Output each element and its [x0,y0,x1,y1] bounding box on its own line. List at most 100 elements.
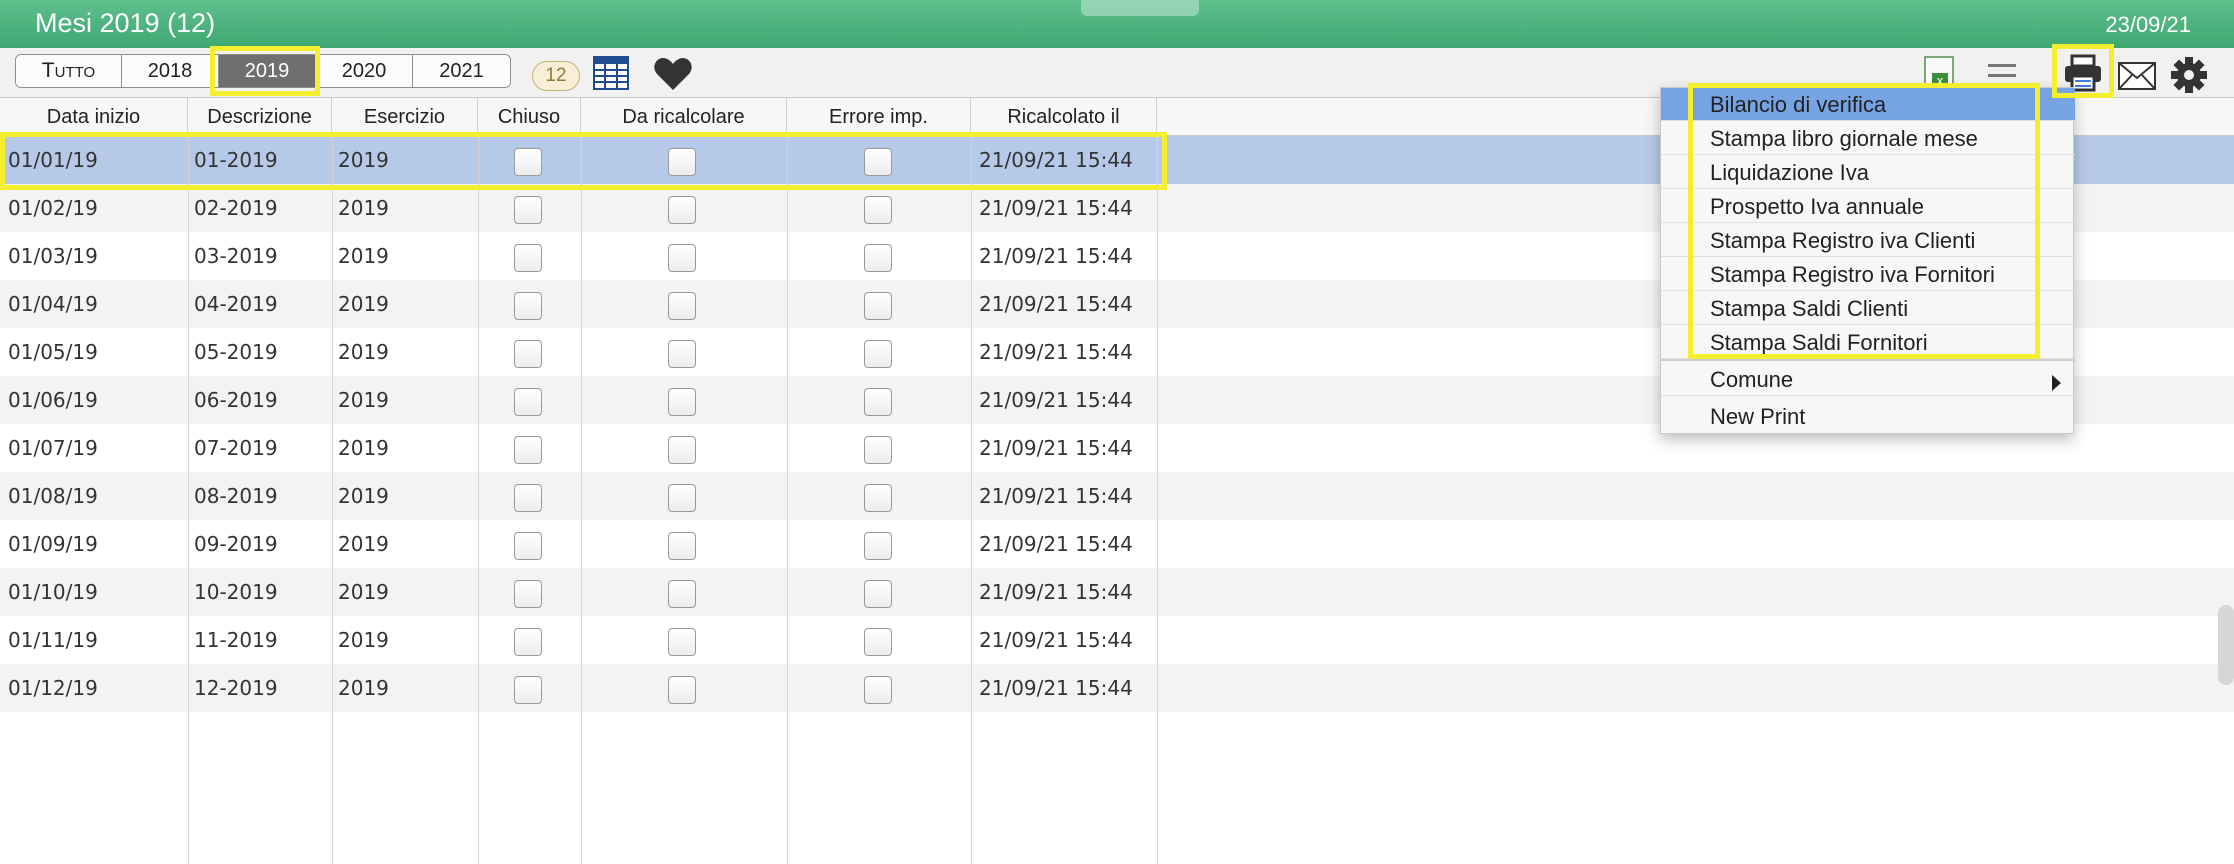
da-ricalcolare-checkbox[interactable] [668,532,696,560]
menu-item-registro-iva-clienti[interactable]: Stampa Registro iva Clienti [1661,224,2075,257]
da-ricalcolare-checkbox[interactable] [668,628,696,656]
menu-item-prospetto-iva-annuale[interactable]: Prospetto Iva annuale [1661,190,2075,223]
da-ricalcolare-checkbox[interactable] [668,292,696,320]
menu-item-liquidazione-iva[interactable]: Liquidazione Iva [1661,156,2075,189]
table-row[interactable]: 01/12/19 12-2019 2019 21/09/21 15:44 [0,664,2234,712]
cell-data-inizio: 01/08/19 [8,484,98,508]
column-header-data-inizio[interactable]: Data inizio [0,98,188,136]
count-badge: 12 [532,61,580,91]
da-ricalcolare-checkbox[interactable] [668,436,696,464]
errore-imp-checkbox[interactable] [864,436,892,464]
print-menu: Bilancio di verifica Stampa libro giorna… [1660,87,2075,434]
cell-esercizio: 2019 [338,628,389,652]
chiuso-checkbox[interactable] [514,628,542,656]
errore-imp-checkbox[interactable] [864,628,892,656]
da-ricalcolare-checkbox[interactable] [668,196,696,224]
column-divider [478,136,479,864]
menu-item-saldi-fornitori[interactable]: Stampa Saldi Fornitori [1661,326,2075,359]
mail-icon[interactable] [2118,62,2156,90]
current-date: 23/09/21 [2105,12,2191,37]
gear-icon[interactable] [2170,56,2208,94]
column-header-descrizione[interactable]: Descrizione [188,98,332,136]
list-icon[interactable] [1986,60,2018,84]
table-row[interactable]: 01/11/19 11-2019 2019 21/09/21 15:44 [0,616,2234,664]
chiuso-checkbox[interactable] [514,580,542,608]
cell-descrizione: 06-2019 [194,388,278,412]
da-ricalcolare-checkbox[interactable] [668,340,696,368]
svg-text:x: x [1936,74,1943,88]
errore-imp-checkbox[interactable] [864,244,892,272]
year-tab-2018[interactable]: 2018 [122,55,219,87]
table-row[interactable]: 01/08/19 08-2019 2019 21/09/21 15:44 [0,472,2234,520]
cell-data-inizio: 01/10/19 [8,580,98,604]
chiuso-checkbox[interactable] [514,196,542,224]
menu-item-registro-iva-fornitori[interactable]: Stampa Registro iva Fornitori [1661,258,2075,291]
window-title: Mesi 2019 (12) [35,8,216,38]
chiuso-checkbox[interactable] [514,292,542,320]
column-header-da-ricalcolare[interactable]: Da ricalcolare [581,98,787,136]
column-header-errore-imp[interactable]: Errore imp. [787,98,971,136]
menu-item-bilancio-di-verifica[interactable]: Bilancio di verifica [1661,88,2075,121]
window-grip[interactable] [1081,0,1199,16]
da-ricalcolare-checkbox[interactable] [668,244,696,272]
menu-item-stampa-libro-giornale[interactable]: Stampa libro giornale mese [1661,122,2075,155]
year-tab-2021[interactable]: 2021 [413,55,510,87]
chiuso-checkbox[interactable] [514,388,542,416]
cell-descrizione: 03-2019 [194,244,278,268]
cell-esercizio: 2019 [338,196,389,220]
menu-item-saldi-clienti[interactable]: Stampa Saldi Clienti [1661,292,2075,325]
cell-esercizio: 2019 [338,292,389,316]
cell-data-inizio: 01/03/19 [8,244,98,268]
year-tab-tutto[interactable]: Tutto [16,55,122,87]
table-row[interactable]: 01/09/19 09-2019 2019 21/09/21 15:44 [0,520,2234,568]
errore-imp-checkbox[interactable] [864,676,892,704]
column-divider [1157,136,1158,864]
heart-icon[interactable] [653,57,693,91]
errore-imp-checkbox[interactable] [864,484,892,512]
da-ricalcolare-checkbox[interactable] [668,580,696,608]
chiuso-checkbox[interactable] [514,244,542,272]
cell-data-inizio: 01/04/19 [8,292,98,316]
errore-imp-checkbox[interactable] [864,148,892,176]
chiuso-checkbox[interactable] [514,676,542,704]
cell-descrizione: 09-2019 [194,532,278,556]
cell-data-inizio: 01/05/19 [8,340,98,364]
table-row[interactable]: 01/10/19 10-2019 2019 21/09/21 15:44 [0,568,2234,616]
year-tab-2019[interactable]: 2019 [219,55,316,87]
chiuso-checkbox[interactable] [514,340,542,368]
submenu-arrow-icon [2052,375,2061,391]
menu-item-new-print[interactable]: New Print [1661,400,2075,433]
vertical-scrollbar[interactable] [2218,605,2234,685]
chiuso-checkbox[interactable] [514,484,542,512]
da-ricalcolare-checkbox[interactable] [668,388,696,416]
chiuso-checkbox[interactable] [514,436,542,464]
column-divider [787,136,788,864]
excel-icon[interactable]: x [1922,55,1956,91]
column-header-chiuso[interactable]: Chiuso [478,98,581,136]
chiuso-checkbox[interactable] [514,532,542,560]
errore-imp-checkbox[interactable] [864,196,892,224]
table-icon[interactable] [593,55,629,91]
column-header-esercizio[interactable]: Esercizio [332,98,478,136]
chiuso-checkbox[interactable] [514,148,542,176]
column-divider [332,136,333,864]
cell-ricalcolato-il: 21/09/21 15:44 [979,148,1133,172]
cell-data-inizio: 01/07/19 [8,436,98,460]
cell-ricalcolato-il: 21/09/21 15:44 [979,196,1133,220]
cell-descrizione: 08-2019 [194,484,278,508]
da-ricalcolare-checkbox[interactable] [668,148,696,176]
column-header-ricalcolato-il[interactable]: Ricalcolato il [971,98,1157,136]
errore-imp-checkbox[interactable] [864,340,892,368]
da-ricalcolare-checkbox[interactable] [668,676,696,704]
cell-ricalcolato-il: 21/09/21 15:44 [979,340,1133,364]
errore-imp-checkbox[interactable] [864,292,892,320]
errore-imp-checkbox[interactable] [864,532,892,560]
errore-imp-checkbox[interactable] [864,580,892,608]
errore-imp-checkbox[interactable] [864,388,892,416]
cell-data-inizio: 01/11/19 [8,628,98,652]
da-ricalcolare-checkbox[interactable] [668,484,696,512]
menu-item-comune[interactable]: Comune [1661,363,2075,396]
title-bar: Mesi 2019 (12) 23/09/21 [0,0,2234,48]
cell-esercizio: 2019 [338,436,389,460]
year-tab-2020[interactable]: 2020 [316,55,413,87]
